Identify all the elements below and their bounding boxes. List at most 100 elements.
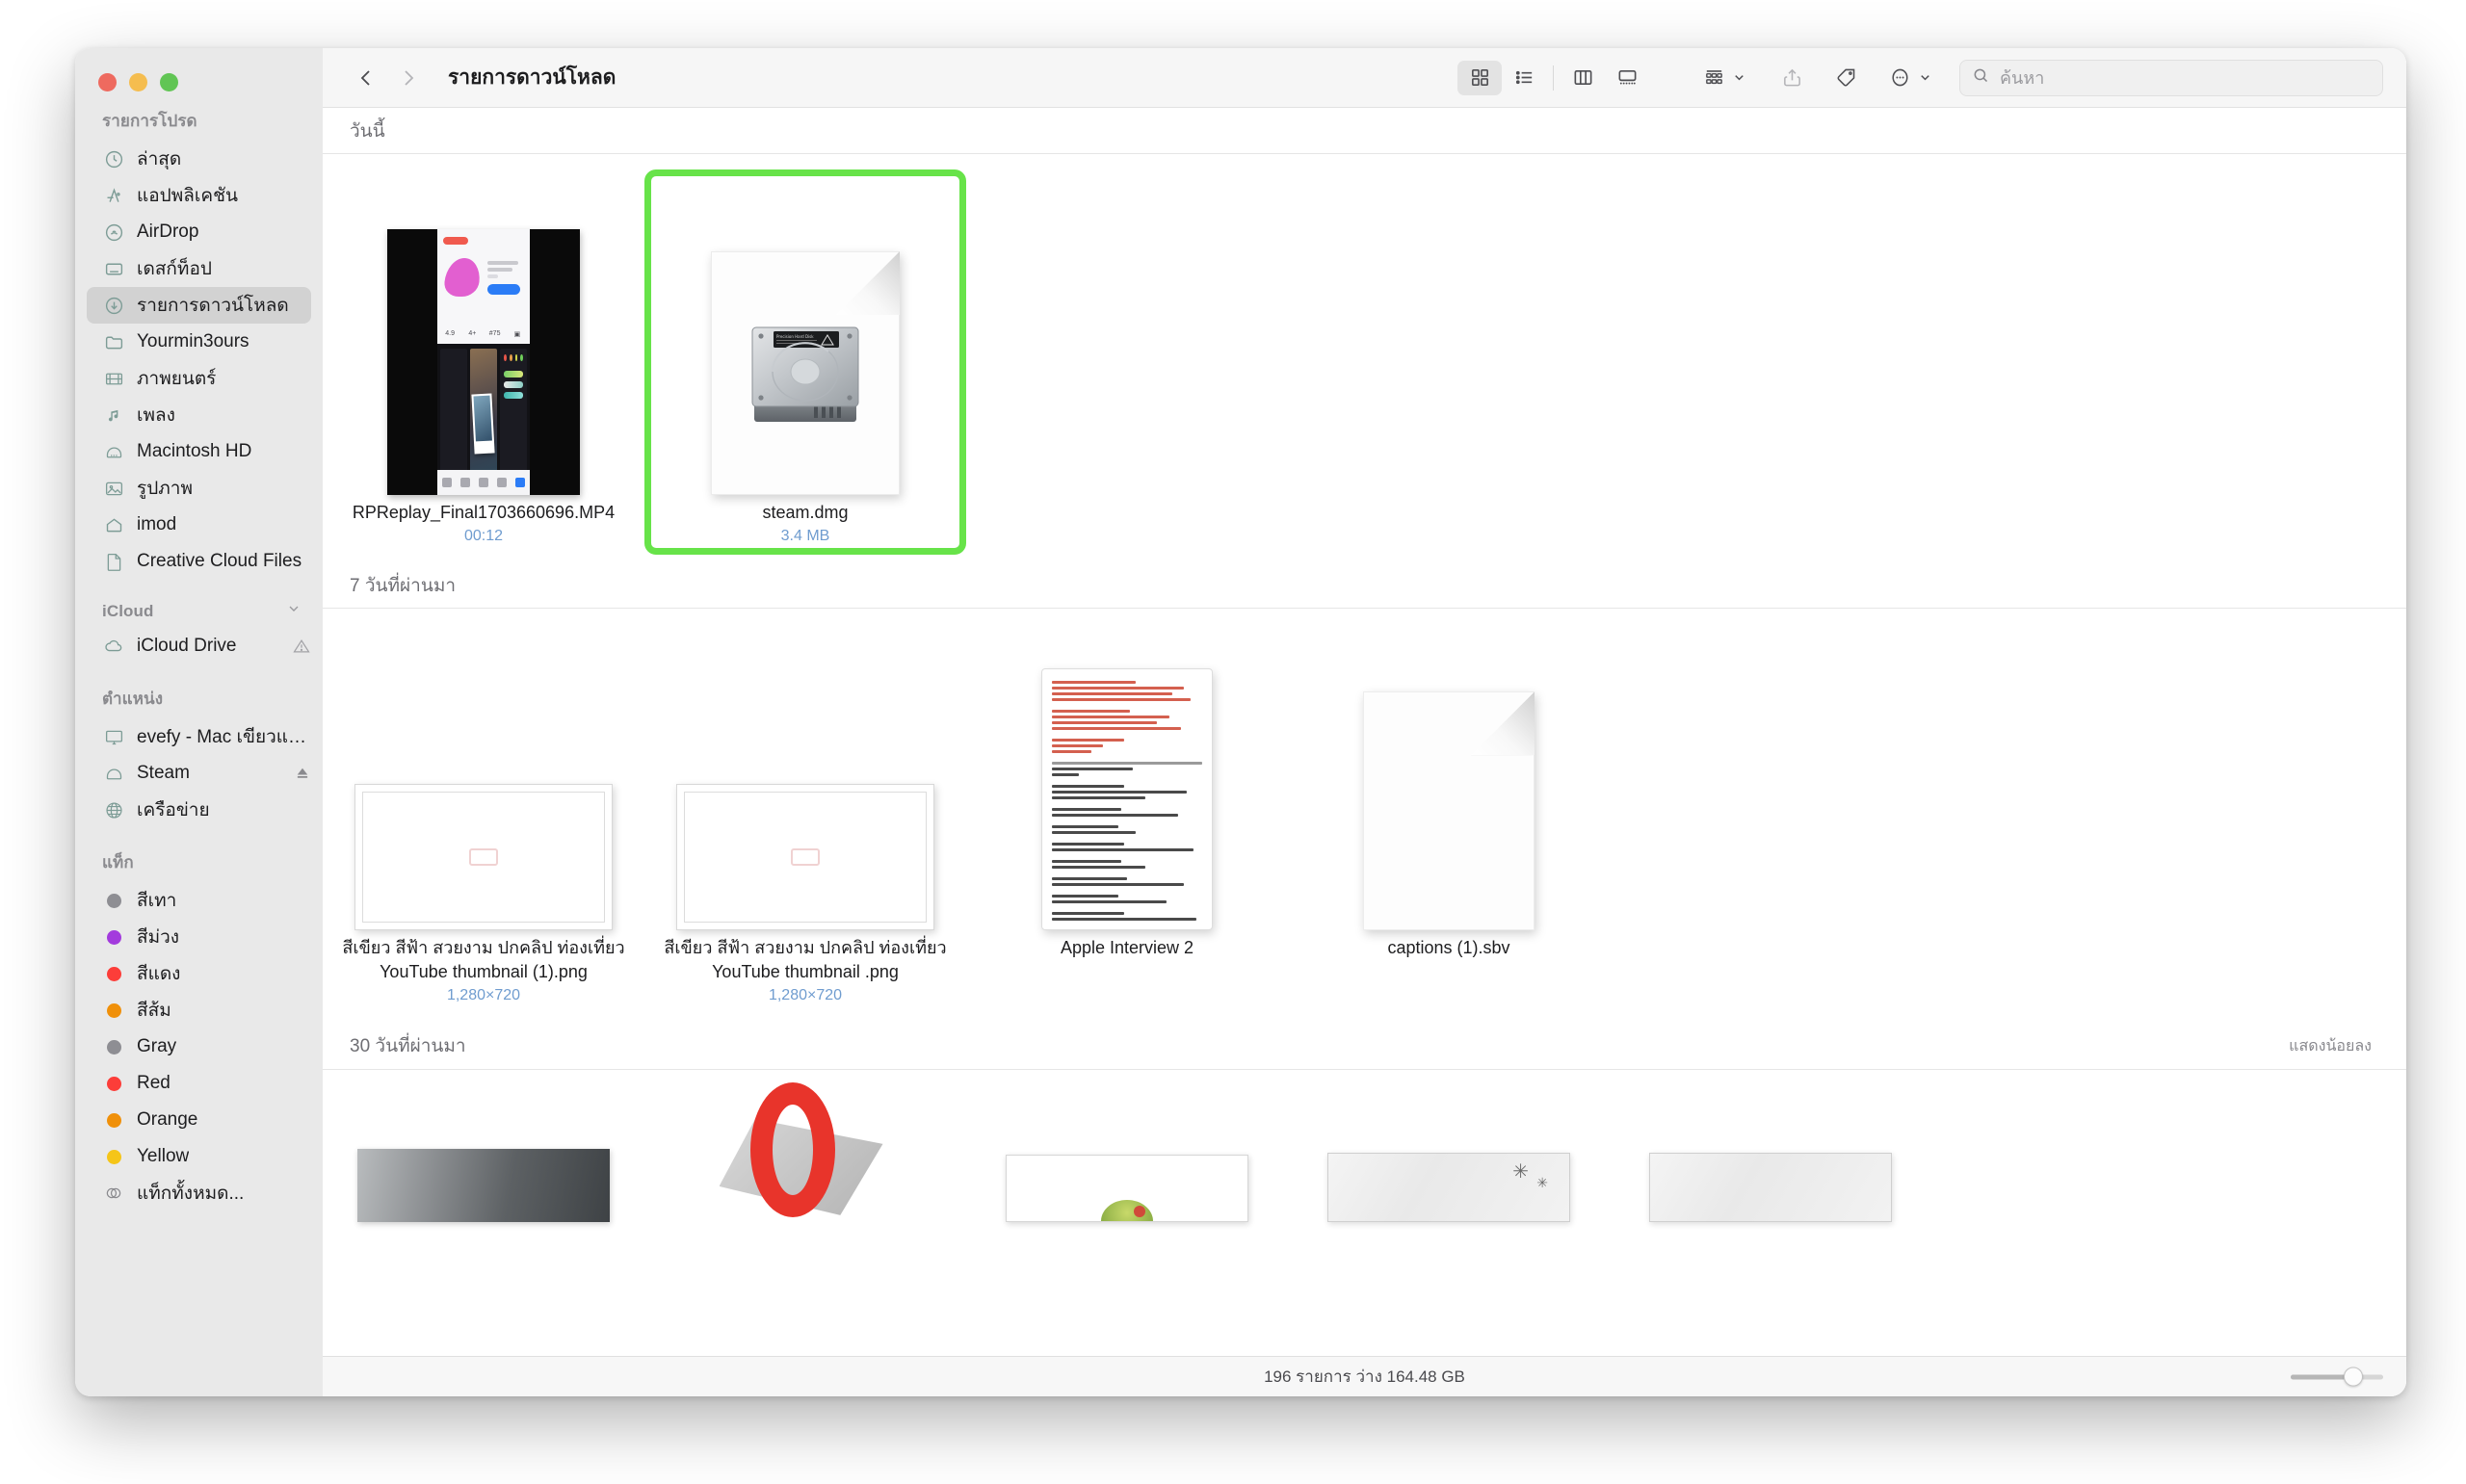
zoom-button[interactable] [160, 73, 178, 91]
pictures-icon [102, 477, 125, 500]
cloud-icon [102, 635, 125, 658]
sidebar-item-label: Orange [137, 1109, 198, 1130]
search-input[interactable]: ค้นหา [1959, 59, 2383, 96]
list-view-button[interactable] [1502, 61, 1546, 95]
file-meta: 00:12 [463, 528, 504, 545]
tag-dot-icon [102, 1072, 125, 1095]
gallery-view-button[interactable] [1605, 61, 1649, 95]
sidebar-item-label: Macintosh HD [137, 441, 252, 461]
column-view-button[interactable] [1561, 61, 1605, 95]
sidebar-item-label: Gray [137, 1036, 177, 1056]
file-meta: 1,280×720 [768, 986, 843, 1003]
sidebar-group-tags-title: แท็ก [102, 853, 134, 872]
sidebar-tag-purple-th[interactable]: สีม่วง [87, 919, 311, 955]
sidebar-group-icloud-title[interactable]: iCloud [75, 580, 323, 628]
document-icon [102, 550, 125, 573]
sidebar-item-label: Creative Cloud Files [137, 551, 302, 571]
all-tags-icon [102, 1182, 125, 1205]
sidebar-item-label: สีเทา [137, 891, 177, 911]
tag-button[interactable] [1823, 61, 1868, 95]
warning-icon[interactable] [292, 637, 311, 656]
text-document-thumbnail-icon [1041, 668, 1213, 931]
chevron-down-icon[interactable] [286, 601, 302, 621]
tag-dot-icon [102, 999, 125, 1022]
sidebar-item-network[interactable]: เครือข่าย [87, 792, 311, 828]
minimize-button[interactable] [129, 73, 147, 91]
sidebar-item-macintosh-hd[interactable]: Macintosh HD [87, 433, 311, 470]
sidebar-tag-orange-th[interactable]: สีส้ม [87, 992, 311, 1028]
file-thumbnail [654, 638, 957, 936]
desktop-icon [102, 257, 125, 280]
sidebar-item-music[interactable]: เพลง [87, 397, 311, 433]
sidebar-item-evefy-mac[interactable]: evefy - Mac เขียวแหงๆ [87, 718, 311, 755]
sidebar-item-movies[interactable]: ภาพยนตร์ [87, 360, 311, 397]
sidebar-item-label: สีส้ม [137, 1001, 171, 1021]
zoom-slider-thumb[interactable] [2344, 1367, 2364, 1387]
sidebar-tag-orange[interactable]: Orange [87, 1102, 311, 1138]
back-button[interactable] [350, 62, 382, 94]
zoom-slider[interactable] [2291, 1367, 2383, 1387]
sidebar-item-label: สีม่วง [137, 927, 180, 948]
file-item[interactable] [323, 1087, 644, 1222]
icon-view-button[interactable] [1457, 60, 1502, 95]
file-item[interactable]: captions (1).sbv [1288, 624, 1610, 1014]
sidebar-tag-yellow[interactable]: Yellow [87, 1138, 311, 1175]
more-actions-control[interactable] [1877, 61, 1932, 95]
sidebar-tag-red[interactable]: Red [87, 1065, 311, 1102]
show-less-link[interactable]: แสดงน้อยลง [2289, 1034, 2372, 1058]
file-name: Apple Interview 2 [1060, 938, 1194, 958]
applications-icon [102, 184, 125, 207]
file-grid-content: วันนี้ 4.9 4+ #75 ▣ RPReplay_Final170366… [323, 108, 2406, 1396]
finder-window: รายการโปรด ล่าสุด แอปพลิเคชัน AirDrop เด… [75, 48, 2406, 1396]
chevron-down-icon[interactable] [1732, 70, 1746, 85]
sidebar-all-tags[interactable]: แท็กทั้งหมด... [87, 1175, 311, 1211]
sidebar-item-label: AirDrop [137, 221, 199, 242]
sidebar-item-label: รายการดาวน์โหลด [137, 296, 289, 316]
file-item[interactable]: สีเขียว สีฟ้า สวยงาม ปกคลิป ท่องเที่ยว Y… [644, 624, 966, 1014]
file-item[interactable] [644, 1081, 966, 1222]
file-item[interactable]: ✳ ✳ [1288, 1087, 1610, 1222]
sidebar-item-yourmin3ours[interactable]: Yourmin3ours [87, 324, 311, 360]
sidebar-item-steam[interactable]: Steam [87, 755, 311, 792]
image-thumbnail-icon [676, 784, 934, 931]
file-item[interactable]: Apple Interview 2 [966, 624, 1288, 1014]
sidebar-item-imod[interactable]: imod [87, 507, 311, 543]
clock-icon [102, 147, 125, 170]
sidebar-item-label: แอปพลิเคชัน [137, 186, 238, 206]
sidebar-item-icloud-drive[interactable]: iCloud Drive [87, 628, 311, 664]
sidebar-item-applications[interactable]: แอปพลิเคชัน [87, 177, 311, 214]
sidebar-item-pictures[interactable]: รูปภาพ [87, 470, 311, 507]
chevron-down-icon[interactable] [1918, 70, 1932, 85]
tag-dot-icon [102, 889, 125, 912]
sidebar-item-label: Yourmin3ours [137, 331, 249, 351]
sidebar-item-creative-cloud-files[interactable]: Creative Cloud Files [87, 543, 311, 580]
section-items-30days: ✳ ✳ [323, 1070, 2406, 1222]
share-button[interactable] [1770, 61, 1814, 95]
photo-thumbnail-icon [357, 1148, 610, 1222]
file-item[interactable] [966, 1087, 1288, 1222]
file-item-selected[interactable]: Precision Hard Disk steam.dmg 3.4 MB [644, 169, 966, 556]
sidebar-item-label: รูปภาพ [137, 479, 193, 499]
file-item[interactable]: สีเขียว สีฟ้า สวยงาม ปกคลิป ท่องเที่ยว Y… [323, 624, 644, 1014]
sidebar-item-label: ภาพยนตร์ [137, 369, 217, 389]
more-actions-icon[interactable] [1877, 61, 1922, 95]
sidebar-item-downloads[interactable]: รายการดาวน์โหลด [87, 287, 311, 324]
group-by-control[interactable] [1692, 61, 1746, 95]
file-item[interactable]: 4.9 4+ #75 ▣ RPReplay_Final1703660696.MP… [323, 169, 644, 555]
sidebar-tag-red-th[interactable]: สีแดง [87, 955, 311, 992]
toolbar-divider [1553, 65, 1554, 91]
eject-icon[interactable] [294, 765, 311, 782]
file-item[interactable] [1610, 1087, 1931, 1222]
sidebar-item-recents[interactable]: ล่าสุด [87, 141, 311, 177]
group-by-icon[interactable] [1692, 61, 1736, 95]
file-name: สีเขียว สีฟ้า สวยงาม ปกคลิป ท่องเที่ยว Y… [342, 938, 625, 981]
sidebar-tag-gray[interactable]: Gray [87, 1028, 311, 1065]
tag-dot-icon [102, 1145, 125, 1168]
status-bar: 196 รายการ ว่าง 164.48 GB [323, 1356, 2406, 1396]
forward-button[interactable] [392, 62, 425, 94]
sidebar-item-desktop[interactable]: เดสก์ท็อป [87, 250, 311, 287]
section-items-today: 4.9 4+ #75 ▣ RPReplay_Final1703660696.MP… [323, 154, 2406, 556]
sidebar-item-airdrop[interactable]: AirDrop [87, 214, 311, 250]
sidebar-tag-gray-th[interactable]: สีเทา [87, 882, 311, 919]
close-button[interactable] [98, 73, 117, 91]
